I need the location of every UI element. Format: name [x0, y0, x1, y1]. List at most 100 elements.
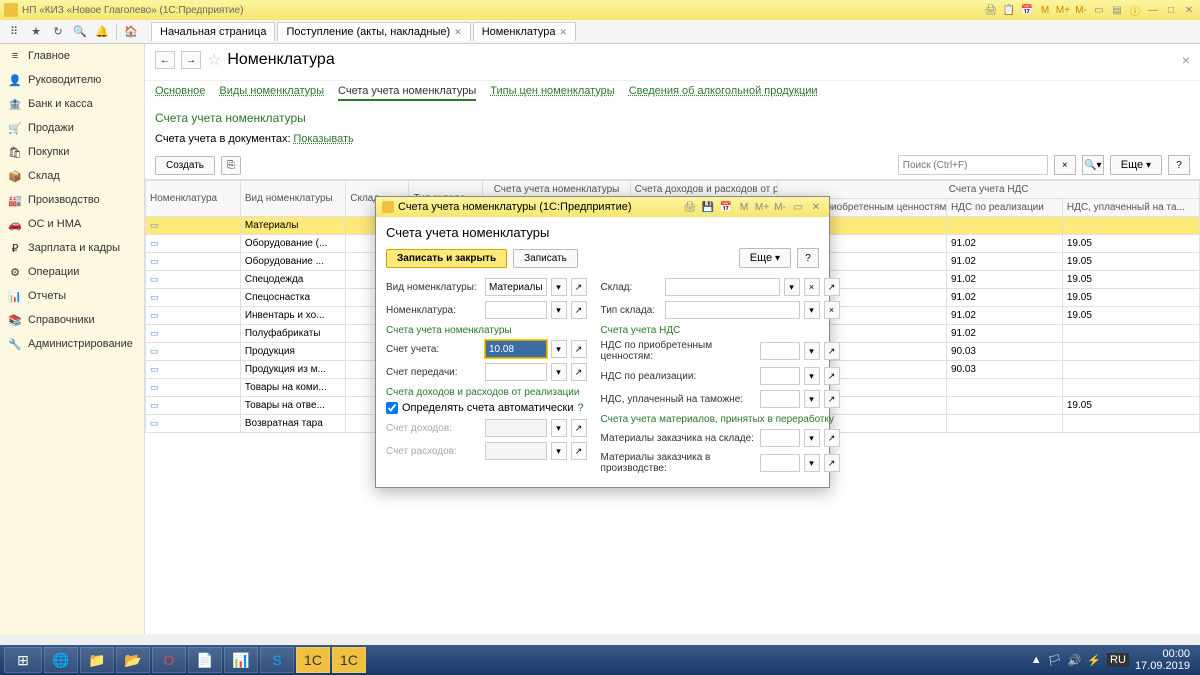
modal-titlebar[interactable]: Счета учета номенклатуры (1С:Предприятие…: [376, 197, 829, 217]
open-icon[interactable]: ↗: [824, 278, 840, 296]
task-ie[interactable]: 🌐: [44, 647, 78, 673]
apps-icon[interactable]: ⠿: [4, 22, 24, 42]
open-icon[interactable]: ↗: [571, 363, 587, 381]
clear-icon[interactable]: ×: [824, 301, 840, 319]
mplus-icon[interactable]: M+: [755, 200, 769, 214]
col-group-nds[interactable]: Счета учета НДС: [778, 181, 1200, 199]
copy-button[interactable]: ⎘: [221, 156, 241, 175]
docs-link[interactable]: Показывать: [293, 133, 353, 145]
sidebar-item-admin[interactable]: 🔧Администрирование: [0, 332, 144, 356]
dropdown-icon[interactable]: ▾: [804, 390, 820, 408]
close-tab-icon[interactable]: ✕: [560, 27, 568, 38]
dropdown-icon[interactable]: ▾: [804, 454, 820, 472]
col-nds-cust[interactable]: НДС, уплаченный на та...: [1062, 199, 1199, 217]
subtab-kinds[interactable]: Виды номенклатуры: [219, 85, 324, 101]
dropdown-icon[interactable]: ▾: [784, 278, 800, 296]
titlebar-icon[interactable]: 🖨: [984, 3, 998, 17]
system-tray[interactable]: ▲ 🏳 🔊 ⚡ RU 00:0017.09.2019: [1031, 648, 1196, 672]
auto-checkbox[interactable]: [386, 402, 398, 414]
open-icon[interactable]: ↗: [824, 390, 840, 408]
titlebar-icon[interactable]: M-: [1074, 3, 1088, 17]
save-icon[interactable]: 💾: [701, 200, 715, 214]
search-input[interactable]: [898, 155, 1048, 175]
minimize-icon[interactable]: —: [1146, 3, 1160, 17]
history-icon[interactable]: ↻: [48, 22, 68, 42]
dropdown-icon[interactable]: ▾: [804, 342, 820, 360]
sidebar-item-manager[interactable]: 👤Руководителю: [0, 68, 144, 92]
start-button[interactable]: ⊞: [4, 647, 42, 673]
col-kind[interactable]: Вид номенклатуры: [240, 181, 345, 217]
forward-button[interactable]: →: [181, 51, 201, 69]
tray-icon[interactable]: 🏳: [1048, 654, 1062, 667]
task-excel[interactable]: 📊: [224, 647, 258, 673]
mminus-icon[interactable]: M-: [773, 200, 787, 214]
sidebar-item-sales[interactable]: 🛒Продажи: [0, 116, 144, 140]
tab-home[interactable]: Начальная страница: [151, 22, 275, 41]
restore-icon[interactable]: ▭: [791, 200, 805, 214]
open-icon[interactable]: ↗: [571, 278, 587, 296]
search-icon[interactable]: 🔍: [70, 22, 90, 42]
bell-icon[interactable]: 🔔: [92, 22, 112, 42]
nds-real-input[interactable]: [760, 367, 800, 385]
col-nds-real[interactable]: НДС по реализации: [946, 199, 1062, 217]
task-1c[interactable]: 1C: [332, 647, 366, 673]
mat-prod-input[interactable]: [760, 454, 800, 472]
titlebar-icon[interactable]: M+: [1056, 3, 1070, 17]
nomen-input[interactable]: [485, 301, 547, 319]
print-icon[interactable]: 🖨: [683, 200, 697, 214]
maximize-icon[interactable]: □: [1164, 3, 1178, 17]
dropdown-icon[interactable]: ▾: [551, 363, 567, 381]
sidebar-item-bank[interactable]: 🏦Банк и касса: [0, 92, 144, 116]
task-opera[interactable]: O: [152, 647, 186, 673]
task-explorer[interactable]: 📁: [80, 647, 114, 673]
close-page-icon[interactable]: ×: [1182, 52, 1190, 68]
titlebar-icon[interactable]: ▤: [1110, 3, 1124, 17]
tray-icon[interactable]: ▲: [1031, 654, 1042, 666]
sidebar-item-operations[interactable]: ⚙Операции: [0, 260, 144, 284]
dropdown-icon[interactable]: ▾: [551, 301, 567, 319]
help-link[interactable]: ?: [578, 402, 584, 414]
subtab-accounts[interactable]: Счета учета номенклатуры: [338, 85, 476, 101]
sidebar-item-assets[interactable]: 🚗ОС и НМА: [0, 212, 144, 236]
tab-receipts[interactable]: Поступление (акты, накладные)✕: [277, 22, 470, 41]
info-icon[interactable]: ⓘ: [1128, 3, 1142, 17]
mat-sklad-input[interactable]: [760, 429, 800, 447]
dropdown-icon[interactable]: ▾: [551, 278, 567, 296]
home-icon[interactable]: 🏠: [121, 22, 141, 42]
tray-icon[interactable]: ⚡: [1087, 654, 1101, 667]
dropdown-icon[interactable]: ▾: [804, 301, 820, 319]
more-button[interactable]: Еще ▾: [1110, 155, 1162, 175]
tab-nomenclature[interactable]: Номенклатура✕: [473, 22, 576, 41]
sidebar-item-payroll[interactable]: ₽Зарплата и кадры: [0, 236, 144, 260]
favorite-icon[interactable]: ☆: [207, 50, 221, 70]
sidebar-item-refs[interactable]: 📚Справочники: [0, 308, 144, 332]
titlebar-icon[interactable]: ▭: [1092, 3, 1106, 17]
create-button[interactable]: Создать: [155, 156, 215, 175]
clear-icon[interactable]: ×: [804, 278, 820, 296]
m-icon[interactable]: M: [737, 200, 751, 214]
sidebar-item-warehouse[interactable]: 📦Склад: [0, 164, 144, 188]
back-button[interactable]: ←: [155, 51, 175, 69]
open-icon[interactable]: ↗: [824, 429, 840, 447]
close-tab-icon[interactable]: ✕: [454, 27, 462, 38]
acct-input[interactable]: 10.08: [485, 340, 547, 358]
help-button[interactable]: ?: [1168, 155, 1190, 175]
task-1c[interactable]: 1C: [296, 647, 330, 673]
close-icon[interactable]: ✕: [1182, 3, 1196, 17]
task-folder[interactable]: 📂: [116, 647, 150, 673]
titlebar-icon[interactable]: M: [1038, 3, 1052, 17]
dropdown-icon[interactable]: ▾: [804, 429, 820, 447]
titlebar-icon[interactable]: 📋: [1002, 3, 1016, 17]
search-button[interactable]: 🔍▾: [1082, 155, 1104, 175]
task-word[interactable]: 📄: [188, 647, 222, 673]
open-icon[interactable]: ↗: [571, 301, 587, 319]
dropdown-icon[interactable]: ▾: [551, 340, 567, 358]
sklad-input[interactable]: [665, 278, 780, 296]
transfer-input[interactable]: [485, 363, 547, 381]
sidebar-item-production[interactable]: 🏭Производство: [0, 188, 144, 212]
help-button[interactable]: ?: [797, 248, 819, 268]
nds-cust-input[interactable]: [760, 390, 800, 408]
sidebar-item-reports[interactable]: 📊Отчеты: [0, 284, 144, 308]
close-icon[interactable]: ✕: [809, 200, 823, 214]
lang-indicator[interactable]: RU: [1107, 653, 1129, 667]
